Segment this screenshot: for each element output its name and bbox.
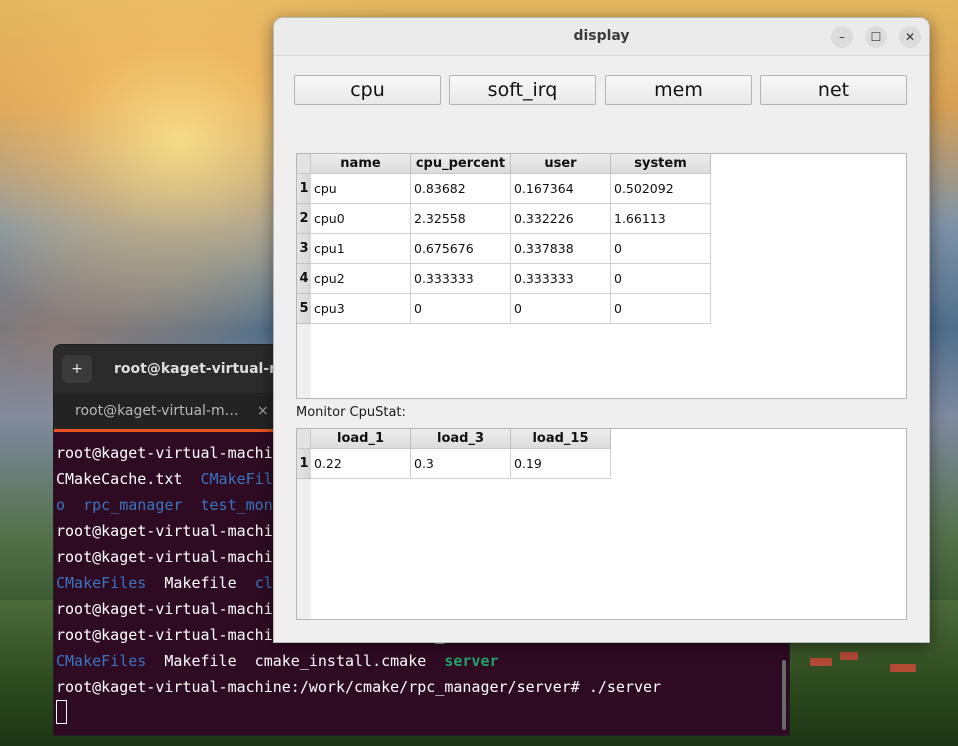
net-button[interactable]: net [760, 75, 907, 105]
terminal-text: server [444, 652, 499, 670]
row-header[interactable]: 5 [297, 294, 311, 324]
table-corner[interactable] [297, 154, 311, 174]
table-cell[interactable]: 0 [611, 294, 711, 324]
maximize-icon[interactable]: ☐ [865, 26, 887, 48]
column-header-cpu-percent[interactable]: cpu_percent [411, 154, 511, 174]
table-cell[interactable]: 0 [511, 294, 611, 324]
load-table[interactable]: load_1 load_3 load_15 1 0.22 0.3 0.19 [296, 428, 907, 620]
window-titlebar[interactable]: display – ☐ ✕ [274, 18, 929, 56]
table-cell[interactable]: 2.32558 [411, 204, 511, 234]
table-corner[interactable] [297, 429, 311, 449]
terminal-text: o [56, 496, 84, 514]
cpu-button[interactable]: cpu [294, 75, 441, 105]
terminal-tab-label: root@kaget-virtual-machine: /work/cmake [75, 403, 241, 419]
terminal-line: root@kaget-virtual-machine:/work/cmake/r… [56, 674, 789, 700]
table-cell[interactable]: cpu [311, 174, 411, 204]
terminal-tab[interactable]: root@kaget-virtual-machine: /work/cmake … [54, 393, 274, 432]
table-cell[interactable]: 0.502092 [611, 174, 711, 204]
terminal-text: CMakeFiles [56, 652, 147, 670]
row-header[interactable]: 1 [297, 174, 311, 204]
column-header-load-3[interactable]: load_3 [411, 429, 511, 449]
table-cell[interactable]: 0.333333 [511, 264, 611, 294]
table-cell[interactable]: 0.333333 [411, 264, 511, 294]
column-header-name[interactable]: name [311, 154, 411, 174]
column-header-user[interactable]: user [511, 154, 611, 174]
terminal-text: CMakeCache.txt [56, 470, 201, 488]
terminal-text: CMakeFiles [56, 574, 147, 592]
table-cell[interactable]: 0.337838 [511, 234, 611, 264]
wallpaper-village [800, 650, 950, 690]
close-icon[interactable]: ✕ [899, 26, 921, 48]
terminal-text: root@kaget-virtual-machine:/work/cmake/r… [56, 678, 662, 696]
monitor-label: Monitor CpuStat: [296, 405, 406, 420]
terminal-scrollbar[interactable] [782, 660, 786, 730]
terminal-line: CMakeFiles Makefile cmake_install.cmake … [56, 648, 789, 674]
terminal-text: Makefile [146, 574, 255, 592]
table-cell[interactable]: 0.19 [511, 449, 611, 479]
new-tab-icon[interactable]: + [62, 355, 92, 383]
column-header-load-1[interactable]: load_1 [311, 429, 411, 449]
table-cell[interactable]: 0.3 [411, 449, 511, 479]
close-icon[interactable]: × [257, 403, 269, 419]
table-cell[interactable]: 0 [611, 234, 711, 264]
terminal-prompt-line[interactable] [56, 700, 789, 726]
row-header[interactable]: 1 [297, 449, 311, 479]
terminal-text: rpc_manager [83, 496, 183, 514]
table-cell[interactable]: 0.22 [311, 449, 411, 479]
minimize-icon[interactable]: – [831, 26, 853, 48]
table-cell[interactable]: 0 [611, 264, 711, 294]
terminal-text: Makefile cmake_install.cmake [146, 652, 445, 670]
table-cell[interactable]: 0.332226 [511, 204, 611, 234]
terminal-cursor [56, 700, 67, 724]
column-header-system[interactable]: system [611, 154, 711, 174]
table-cell[interactable]: 0.675676 [411, 234, 511, 264]
soft-irq-button[interactable]: soft_irq [449, 75, 596, 105]
table-cell[interactable]: 1.66113 [611, 204, 711, 234]
column-header-load-15[interactable]: load_15 [511, 429, 611, 449]
row-header[interactable]: 3 [297, 234, 311, 264]
table-cell[interactable]: cpu1 [311, 234, 411, 264]
table-cell[interactable]: cpu3 [311, 294, 411, 324]
table-cell[interactable]: 0.83682 [411, 174, 511, 204]
table-cell[interactable]: cpu0 [311, 204, 411, 234]
display-window[interactable]: display – ☐ ✕ cpu soft_irq mem net name c… [273, 17, 930, 643]
mem-button[interactable]: mem [605, 75, 752, 105]
cpu-table[interactable]: name cpu_percent user system 1 cpu 0.83682 0.16… [296, 153, 907, 399]
row-header[interactable]: 2 [297, 204, 311, 234]
table-cell[interactable]: cpu2 [311, 264, 411, 294]
row-header[interactable]: 4 [297, 264, 311, 294]
table-cell[interactable]: 0 [411, 294, 511, 324]
table-cell[interactable]: 0.167364 [511, 174, 611, 204]
